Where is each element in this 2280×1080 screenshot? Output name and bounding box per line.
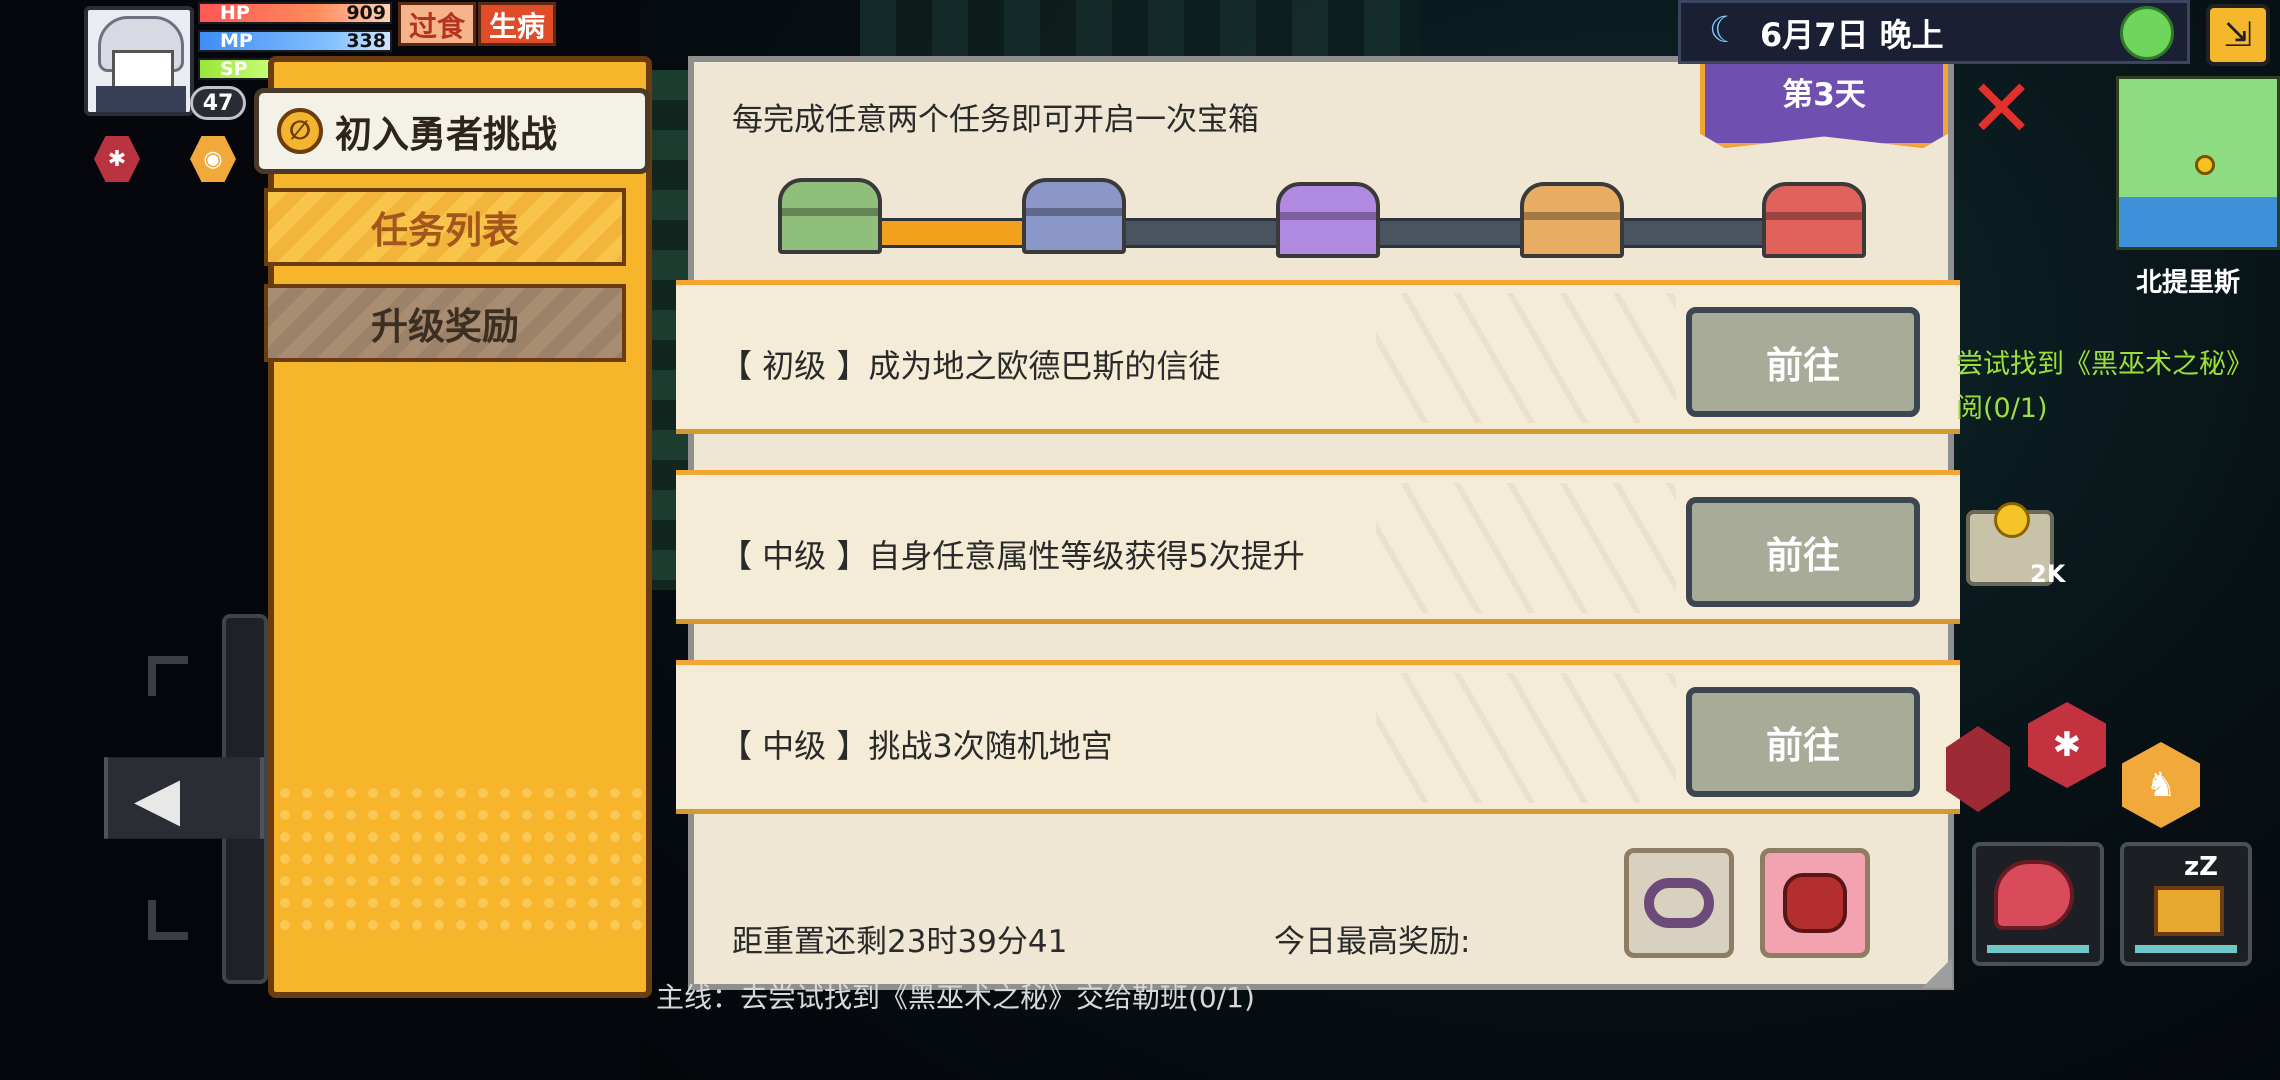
tab-level-rewards[interactable]: 升级奖励 [264,284,626,362]
quest-description: 【 初级 】成为地之欧德巴斯的信徒 [720,347,1221,385]
go-button[interactable]: 前往 [1686,497,1920,607]
night-weather-icon: ☾ [1708,10,1742,51]
quest-row: 【 中级 】自身任意属性等级获得5次提升 0/5 前往 [676,470,1960,624]
go-button[interactable]: 前往 [1686,687,1920,797]
meat-icon [1994,860,2074,930]
reset-timer: 距重置还剩23时39分41 [732,924,1068,960]
player-marker-icon [2195,155,2215,175]
gold-count: 2K [2030,560,2066,588]
date-time: 6月7日 晚上 [1760,16,1944,54]
quest-row: 【 中级 】挑战3次随机地宫 2/3 前往 [676,660,1960,814]
quest-description: 【 中级 】自身任意属性等级获得5次提升 [720,537,1305,575]
treasure-chest-2[interactable] [1022,178,1126,254]
max-reward-label: 今日最高奖励: [1274,924,1471,960]
sp-bar: SP [198,58,278,80]
side-quest-progress: 阅(0/1) [1956,393,2048,424]
side-quest-text: 尝试找到《黑巫术之秘》 [1956,349,2253,380]
sp-label: SP [220,58,248,80]
mp-label: MP [220,30,253,52]
reward-fruit-icon[interactable] [1760,848,1870,958]
challenge-medal-icon: ∅ [277,108,323,154]
minimap[interactable] [2116,76,2280,250]
hunger-bar [1986,944,2090,954]
house-icon [2154,886,2224,936]
tab-task-list[interactable]: 任务列表 [264,188,626,266]
player-level-badge: 47 [190,86,246,120]
main-quest-text: 主线：去尝试找到《黑巫术之秘》交给勒班(0/1) [656,981,1255,1014]
hp-label: HP [220,2,250,24]
day-banner: 第3天 [1700,52,1948,148]
challenge-title: 初入勇者挑战 [335,113,557,156]
quest-description: 【 中级 】挑战3次随机地宫 [720,727,1113,765]
fatigue-bar [2134,944,2238,954]
mp-bar: MP 338 [198,30,392,52]
panel-header: 每完成任意两个任务即可开启一次宝箱 [732,102,1259,138]
globe-icon[interactable] [2120,6,2174,60]
quest-row: 【 初级 】成为地之欧德巴斯的信徒 0/1 前往 [676,280,1960,434]
status-tag-sick[interactable]: 生病 [478,2,557,46]
npc-portrait[interactable]: ✕ [1968,64,2058,154]
sleep-button[interactable]: zZ [2120,842,2252,966]
treasure-chest-5[interactable] [1762,182,1866,258]
avatar-coat [96,86,186,112]
close-icon[interactable]: ✕ [1968,64,2035,154]
player-avatar[interactable] [84,6,194,116]
mp-potion-icon[interactable]: ◉ [190,136,236,182]
treasure-chest-4[interactable] [1520,182,1624,258]
mp-value: 338 [346,30,386,52]
go-button[interactable]: 前往 [1686,307,1920,417]
hp-value: 909 [346,2,386,24]
challenge-title-tab[interactable]: ∅ 初入勇者挑战 [254,88,650,174]
map-name: 北提里斯 [2136,268,2241,298]
panel-pattern [274,782,646,932]
spider-icon[interactable]: ✱ [94,136,140,182]
left-arrow-icon: ◀ [134,764,181,834]
treasure-chest-1[interactable] [778,178,882,254]
dpad-corner-top [148,656,188,696]
treasure-chest-3[interactable] [1276,182,1380,258]
status-tag-overeat[interactable]: 过食 [398,2,477,46]
dpad-corner-bottom [148,900,188,940]
sleep-zz-icon: zZ [2184,852,2218,882]
hp-bar: HP 909 [198,2,392,24]
exit-icon[interactable]: ⇲ [2206,4,2270,66]
reward-collar-icon[interactable] [1624,848,1734,958]
eat-button[interactable] [1972,842,2104,966]
